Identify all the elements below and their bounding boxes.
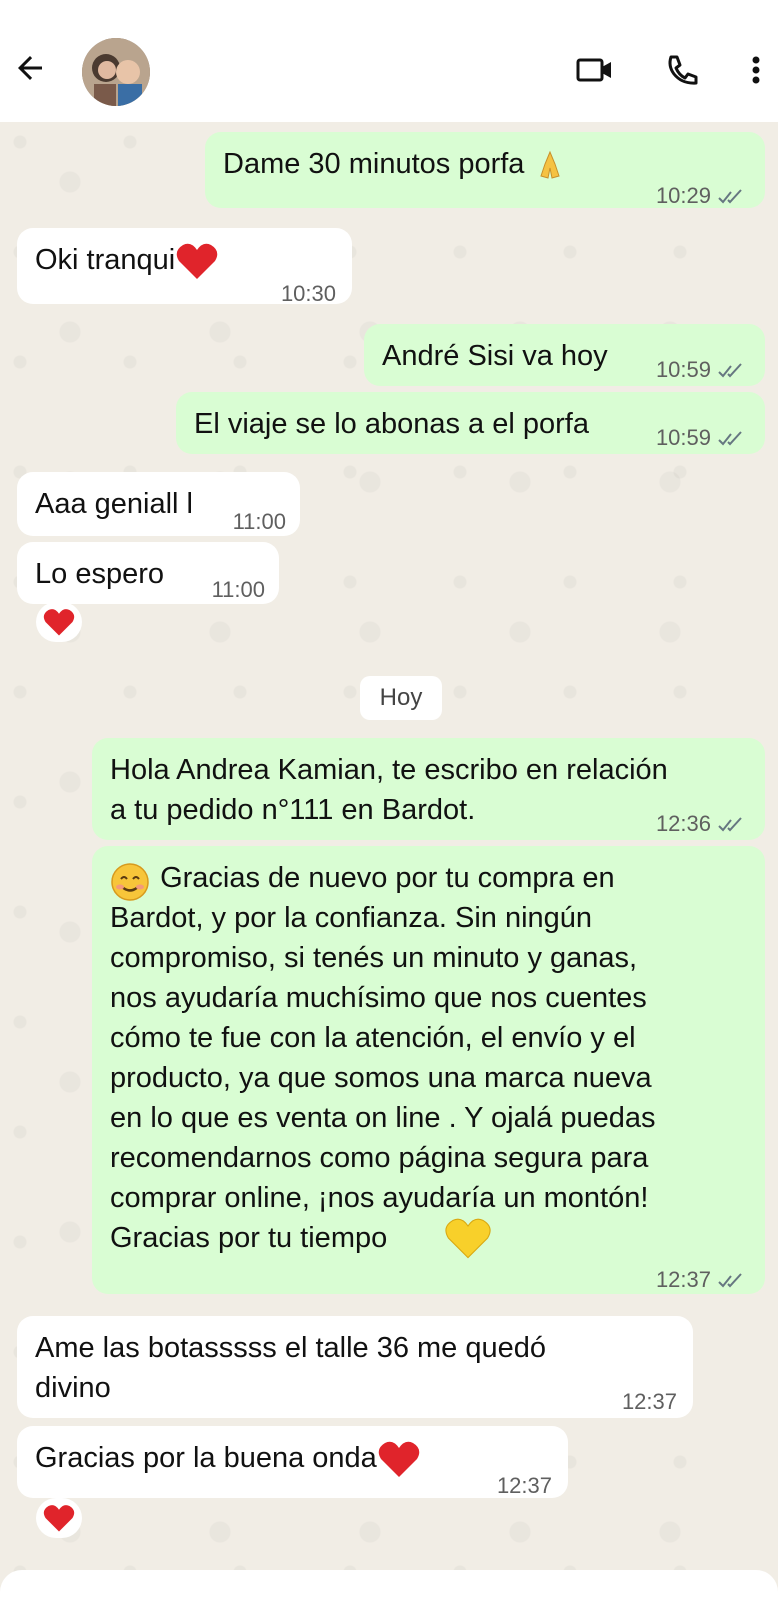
message-bubble-incoming[interactable]: Gracias por la buena onda 12:37: [17, 1426, 568, 1498]
message-bubble-outgoing[interactable]: André Sisi va hoy 10:59: [364, 324, 765, 386]
message-bubble-outgoing[interactable]: El viaje se lo abonas a el porfa 10:59: [176, 392, 765, 454]
message-text: Oki tranqui: [35, 244, 176, 276]
arrow-left-icon[interactable]: [12, 50, 48, 86]
message-time: 12:37: [656, 1260, 745, 1300]
folded-hands-emoji: [533, 147, 567, 180]
message-text: Gracias de nuevo por tu compra en Bardot…: [110, 862, 656, 1254]
chat-header: [0, 0, 778, 122]
reaction-badge[interactable]: [36, 1498, 82, 1538]
message-time: 11:00: [232, 509, 286, 534]
message-bubble-incoming[interactable]: Oki tranqui 10:30: [17, 228, 352, 306]
message-text: El viaje se lo abonas a el porfa: [194, 408, 589, 440]
red-heart-emoji: [176, 244, 218, 280]
phone-icon[interactable]: [662, 52, 702, 88]
red-heart-emoji: [378, 1442, 420, 1478]
message-text: Aaa geniall l: [35, 488, 193, 520]
double-check-icon: [718, 1273, 742, 1288]
message-text: Lo espero: [35, 558, 164, 590]
message-bubble-outgoing[interactable]: Hola Andrea Kamian, te escribo en relaci…: [92, 738, 765, 840]
message-text: Dame 30 minutos porfa: [223, 148, 525, 180]
smiling-face-emoji: [111, 863, 149, 901]
double-check-icon: [718, 817, 742, 832]
chat-area[interactable]: Dame 30 minutos porfa 10:29 Oki tranqui …: [0, 122, 778, 1600]
more-vertical-icon[interactable]: [746, 52, 766, 88]
input-bar-edge: [0, 1570, 778, 1600]
message-bubble-incoming[interactable]: Lo espero 11:00: [17, 542, 279, 604]
double-check-icon: [718, 363, 742, 378]
video-camera-icon[interactable]: [575, 52, 615, 88]
message-bubble-incoming[interactable]: Aaa geniall l 11:00: [17, 472, 300, 536]
message-text: Gracias por la buena onda: [35, 1442, 377, 1474]
message-text: André Sisi va hoy: [382, 340, 608, 372]
message-bubble-incoming[interactable]: Ame las botasssss el talle 36 me quedó d…: [17, 1316, 693, 1418]
message-text: Hola Andrea Kamian, te escribo en relaci…: [110, 754, 668, 826]
message-time: 12:37: [621, 1389, 677, 1414]
message-bubble-outgoing[interactable]: Gracias de nuevo por tu compra en Bardot…: [92, 846, 765, 1294]
message-bubble-outgoing[interactable]: Dame 30 minutos porfa 10:29: [205, 132, 765, 208]
red-heart-emoji: [43, 1505, 75, 1532]
message-time: 10:59: [656, 418, 745, 458]
reaction-badge[interactable]: [36, 602, 82, 642]
red-heart-emoji: [43, 609, 75, 636]
message-time: 12:37: [496, 1473, 552, 1498]
message-time: 11:00: [211, 577, 265, 602]
double-check-icon: [718, 189, 742, 204]
yellow-heart-emoji: [445, 1218, 491, 1259]
message-time: 10:29: [656, 176, 745, 216]
message-time: 10:30: [280, 281, 336, 306]
message-text: Ame las botasssss el talle 36 me quedó d…: [35, 1332, 546, 1404]
avatar[interactable]: [82, 38, 150, 106]
double-check-icon: [718, 431, 742, 446]
message-time: 10:59: [656, 350, 745, 390]
message-time: 12:36: [656, 804, 745, 844]
day-separator: Hoy: [360, 676, 442, 720]
